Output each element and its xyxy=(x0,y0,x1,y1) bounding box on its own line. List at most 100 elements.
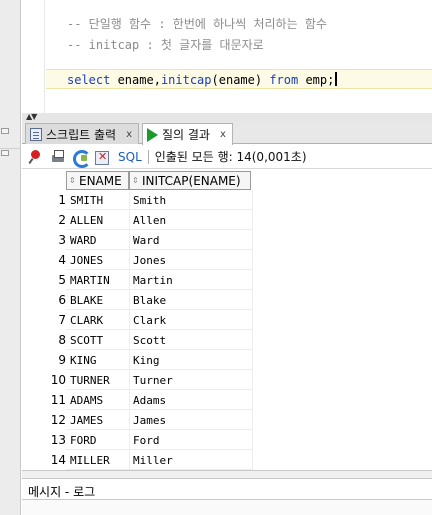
table-row[interactable]: 3 WARD Ward xyxy=(22,230,432,250)
table-row[interactable]: 5 MARTIN Martin xyxy=(22,270,432,290)
column-divider xyxy=(252,370,253,390)
close-icon[interactable]: x xyxy=(220,129,226,140)
column-divider xyxy=(129,210,130,230)
cell-ename[interactable]: WARD xyxy=(70,234,97,247)
cell-initcap[interactable]: Ward xyxy=(133,234,160,247)
column-divider xyxy=(129,310,130,330)
cell-ename[interactable]: CLARK xyxy=(70,314,103,327)
cell-ename[interactable]: JAMES xyxy=(70,414,103,427)
collapse-marker-icon[interactable] xyxy=(1,128,9,134)
sort-icon[interactable]: ⇕ xyxy=(69,176,77,185)
row-number: 8 xyxy=(58,333,66,347)
cell-ename[interactable]: SCOTT xyxy=(70,334,103,347)
tab-script-output[interactable]: 스크립트 출력 x xyxy=(25,123,139,144)
table-row[interactable]: 13 FORD Ford xyxy=(22,430,432,450)
cell-initcap[interactable]: Turner xyxy=(133,374,173,387)
cell-initcap[interactable]: Adams xyxy=(133,394,166,407)
column-divider xyxy=(252,450,253,470)
code-comment-line: -- 단일행 함수 : 한번에 하나씩 처리하는 함수 xyxy=(67,17,327,31)
query-result-grid[interactable]: ⇕ ENAME ⇕ INITCAP(ENAME) 1 SMITH Smith 2 ALL… xyxy=(22,170,432,470)
code-text: ename, xyxy=(110,73,161,87)
row-number: 14 xyxy=(50,453,66,467)
cell-ename[interactable]: KING xyxy=(70,354,97,367)
column-divider xyxy=(129,350,130,370)
refresh-icon[interactable] xyxy=(72,149,91,168)
fetch-status-text: 인출된 모든 행: 14(0,001초) xyxy=(154,150,307,164)
table-row[interactable]: 4 JONES Jones xyxy=(22,250,432,270)
cell-ename[interactable]: TURNER xyxy=(70,374,110,387)
column-divider xyxy=(129,190,130,210)
column-divider xyxy=(129,230,130,250)
table-row[interactable]: 2 ALLEN Allen xyxy=(22,210,432,230)
row-number: 4 xyxy=(58,253,66,267)
tab-label: 스크립트 출력 xyxy=(46,127,117,142)
cancel-sql-icon[interactable] xyxy=(94,149,110,165)
cell-ename[interactable]: FORD xyxy=(70,434,97,447)
cell-ename[interactable]: MILLER xyxy=(70,454,110,467)
cell-initcap[interactable]: James xyxy=(133,414,166,427)
close-icon[interactable]: x xyxy=(126,129,132,140)
left-panel-strip xyxy=(0,0,21,515)
column-header-initcap[interactable]: ⇕ INITCAP(ENAME) xyxy=(129,171,251,190)
cell-ename[interactable]: MARTIN xyxy=(70,274,110,287)
column-divider xyxy=(129,330,130,350)
code-text: emp; xyxy=(298,73,335,87)
column-divider xyxy=(252,290,253,310)
row-number: 1 xyxy=(58,193,66,207)
column-header-ename[interactable]: ⇕ ENAME xyxy=(66,171,129,190)
cell-initcap[interactable]: Miller xyxy=(133,454,173,467)
table-row[interactable]: 10 TURNER Turner xyxy=(22,370,432,390)
editor-margin xyxy=(22,0,44,113)
column-divider xyxy=(252,330,253,350)
row-number: 5 xyxy=(58,273,66,287)
code-comment-line: -- initcap : 첫 글자를 대문자로 xyxy=(67,38,264,52)
row-number: 9 xyxy=(58,353,66,367)
splitter-bar[interactable] xyxy=(22,470,432,478)
result-toolbar: SQL 인출된 모든 행: 14(0,001초) xyxy=(22,145,432,169)
column-divider xyxy=(252,430,253,450)
tab-query-result[interactable]: 질의 결과 x xyxy=(142,123,233,145)
row-number: 10 xyxy=(50,373,66,387)
cell-ename[interactable]: ADAMS xyxy=(70,394,103,407)
cell-ename[interactable]: ALLEN xyxy=(70,214,103,227)
table-row[interactable]: 8 SCOTT Scott xyxy=(22,330,432,350)
messages-log-title[interactable]: 메시지 - 로그 xyxy=(28,483,95,500)
column-divider xyxy=(252,230,253,250)
table-row[interactable]: 12 JAMES James xyxy=(22,410,432,430)
pane-splitter[interactable]: ▲▼ xyxy=(22,112,432,122)
table-row[interactable]: 14 MILLER Miller xyxy=(22,450,432,470)
cell-initcap[interactable]: Martin xyxy=(133,274,173,287)
sql-button[interactable]: SQL xyxy=(118,150,142,164)
cell-ename[interactable]: SMITH xyxy=(70,194,103,207)
table-row[interactable]: 6 BLAKE Blake xyxy=(22,290,432,310)
splitter-arrows-icon[interactable]: ▲▼ xyxy=(26,112,37,121)
row-number: 12 xyxy=(50,413,66,427)
cell-initcap[interactable]: King xyxy=(133,354,160,367)
keyword-from: from xyxy=(269,73,299,87)
sort-icon[interactable]: ⇕ xyxy=(132,176,140,185)
cell-initcap[interactable]: Ford xyxy=(133,434,160,447)
column-divider xyxy=(129,410,130,430)
column-divider xyxy=(252,350,253,370)
cell-initcap[interactable]: Scott xyxy=(133,334,166,347)
column-divider xyxy=(129,430,130,450)
table-row[interactable]: 11 ADAMS Adams xyxy=(22,390,432,410)
cell-ename[interactable]: BLAKE xyxy=(70,294,103,307)
messages-log-body xyxy=(22,500,432,515)
table-row[interactable]: 7 CLARK Clark xyxy=(22,310,432,330)
cell-initcap[interactable]: Clark xyxy=(133,314,166,327)
sql-worksheet-editor[interactable]: -- 단일행 함수 : 한번에 하나씩 처리하는 함수 -- initcap :… xyxy=(22,0,432,114)
table-row[interactable]: 1 SMITH Smith xyxy=(22,190,432,210)
print-icon[interactable] xyxy=(50,149,66,165)
cell-initcap[interactable]: Smith xyxy=(133,194,166,207)
cell-initcap[interactable]: Blake xyxy=(133,294,166,307)
cell-initcap[interactable]: Jones xyxy=(133,254,166,267)
column-divider xyxy=(252,250,253,270)
table-row[interactable]: 9 KING King xyxy=(22,350,432,370)
cell-ename[interactable]: JONES xyxy=(70,254,103,267)
row-number: 11 xyxy=(50,393,66,407)
cell-initcap[interactable]: Allen xyxy=(133,214,166,227)
pin-icon[interactable] xyxy=(28,149,44,165)
row-number: 6 xyxy=(58,293,66,307)
toolbar-separator xyxy=(147,149,149,164)
